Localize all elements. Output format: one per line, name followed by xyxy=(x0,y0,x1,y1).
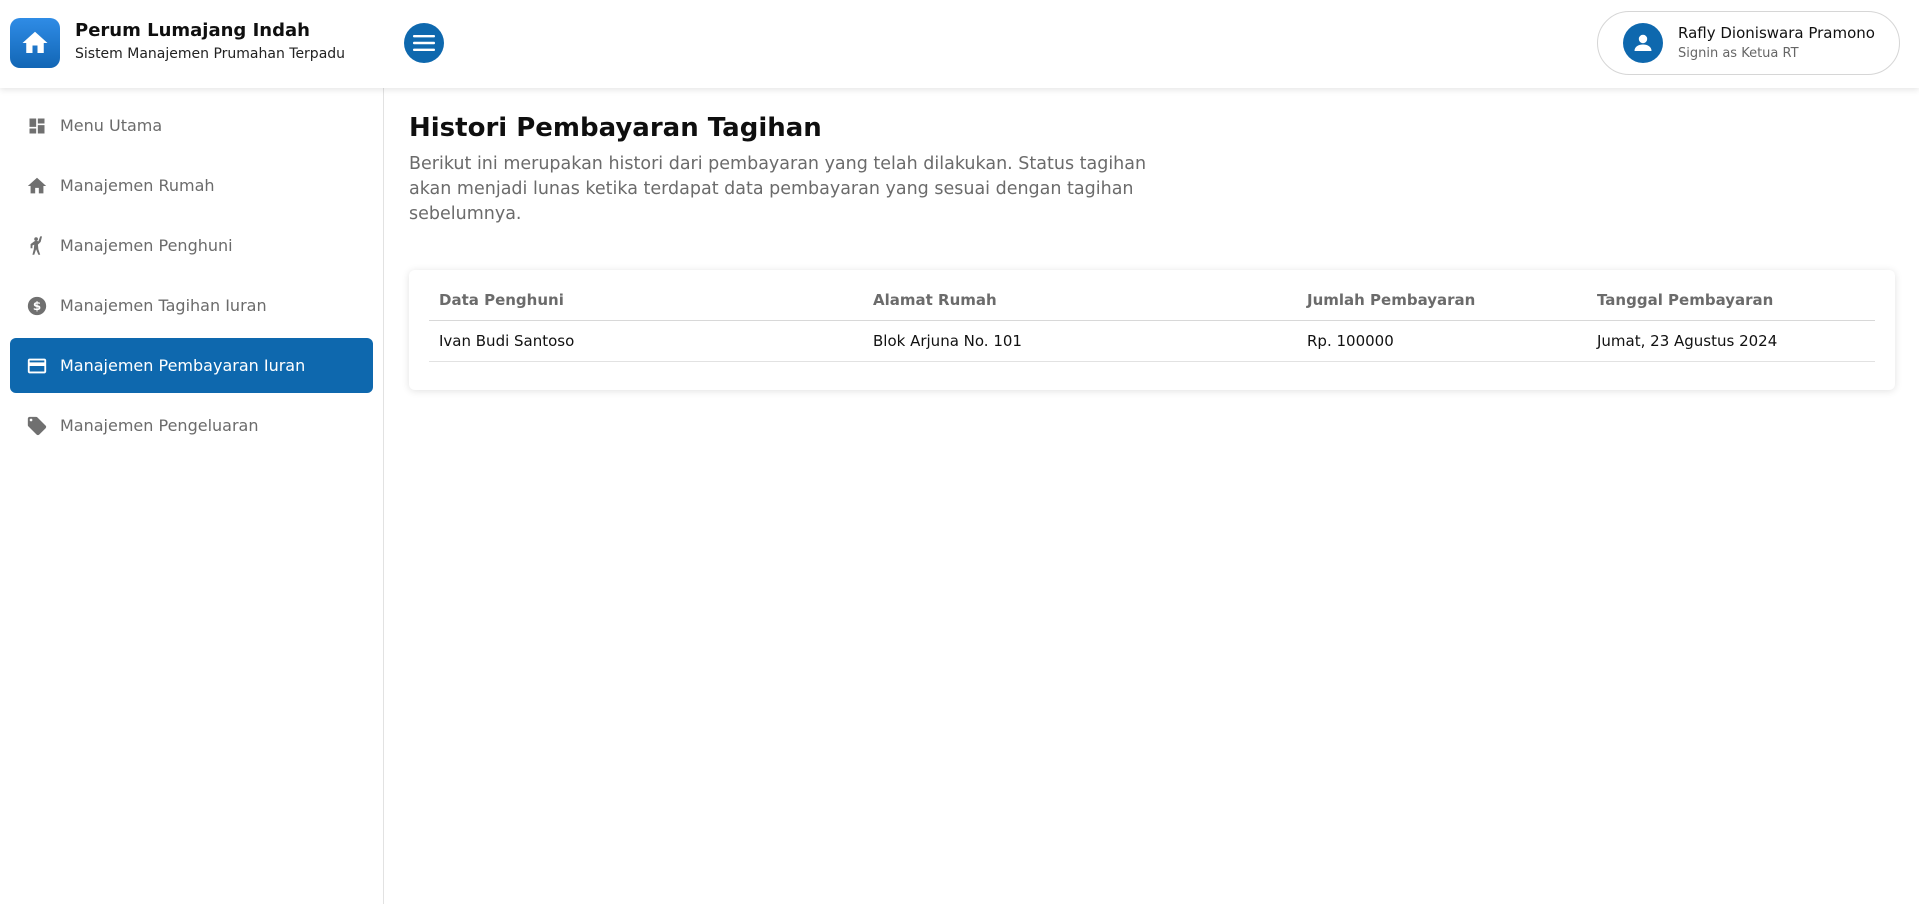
dashboard-icon xyxy=(26,115,48,137)
sidebar-item-manajemen-penghuni[interactable]: Manajemen Penghuni xyxy=(10,218,373,273)
sidebar-item-manajemen-tagihan-iuran[interactable]: $ Manajemen Tagihan Iuran xyxy=(10,278,373,333)
user-role: Signin as Ketua RT xyxy=(1678,46,1799,61)
page-title: Histori Pembayaran Tagihan xyxy=(409,113,822,143)
svg-text:$: $ xyxy=(33,299,41,313)
credit-card-icon xyxy=(26,355,48,377)
cell-payment-date: Jumat, 23 Agustus 2024 xyxy=(1587,320,1875,362)
column-header: Alamat Rumah xyxy=(863,280,1297,321)
user-profile-button[interactable]: Rafly Dioniswara Pramono Signin as Ketua… xyxy=(1597,11,1900,75)
table-row: Ivan Budi Santoso Blok Arjuna No. 101 Rp… xyxy=(429,320,1875,362)
sidebar-item-label: Manajemen Penghuni xyxy=(60,236,233,255)
tag-icon xyxy=(26,415,48,437)
sidebar-item-label: Manajemen Pembayaran Iuran xyxy=(60,356,306,375)
column-header: Data Penghuni xyxy=(429,280,863,321)
page-description: Berikut ini merupakan histori dari pemba… xyxy=(409,154,1147,224)
home-icon xyxy=(26,175,48,197)
cell-resident-name: Ivan Budi Santoso xyxy=(429,320,863,362)
payment-history-card: Data Penghuni Alamat Rumah Jumlah Pembay… xyxy=(409,270,1895,390)
user-icon xyxy=(1623,23,1663,63)
hamburger-menu-button[interactable] xyxy=(404,23,444,63)
sidebar-item-label: Manajemen Tagihan Iuran xyxy=(60,296,267,315)
person-wave-icon xyxy=(26,235,48,257)
user-name: Rafly Dioniswara Pramono xyxy=(1678,24,1875,42)
hamburger-menu-icon xyxy=(413,35,435,51)
sidebar-item-manajemen-rumah[interactable]: Manajemen Rumah xyxy=(10,158,373,213)
payment-history-table: Data Penghuni Alamat Rumah Jumlah Pembay… xyxy=(429,280,1875,362)
brand-subtitle: Sistem Manajemen Prumahan Terpadu xyxy=(75,46,346,62)
dollar-circle-icon: $ xyxy=(26,295,48,317)
sidebar-item-manajemen-pembayaran-iuran[interactable]: Manajemen Pembayaran Iuran xyxy=(10,338,373,393)
home-icon[interactable] xyxy=(10,18,60,68)
cell-house-address: Blok Arjuna No. 101 xyxy=(863,320,1297,362)
sidebar-item-menu-utama[interactable]: Menu Utama xyxy=(10,98,373,153)
sidebar-item-label: Manajemen Rumah xyxy=(60,176,215,195)
cell-payment-amount: Rp. 100000 xyxy=(1297,320,1587,362)
sidebar-item-label: Menu Utama xyxy=(60,116,163,135)
sidebar: Menu Utama Manajemen Rumah Manajemen Pen… xyxy=(0,88,384,904)
table-header-row: Data Penghuni Alamat Rumah Jumlah Pembay… xyxy=(429,280,1875,321)
column-header: Jumlah Pembayaran xyxy=(1297,280,1587,321)
sidebar-item-manajemen-pengeluaran[interactable]: Manajemen Pengeluaran xyxy=(10,398,373,453)
brand-title: Perum Lumajang Indah xyxy=(75,20,310,41)
sidebar-item-label: Manajemen Pengeluaran xyxy=(60,416,259,435)
column-header: Tanggal Pembayaran xyxy=(1587,280,1875,321)
top-header: Perum Lumajang Indah Sistem Manajemen Pr… xyxy=(0,0,1919,88)
